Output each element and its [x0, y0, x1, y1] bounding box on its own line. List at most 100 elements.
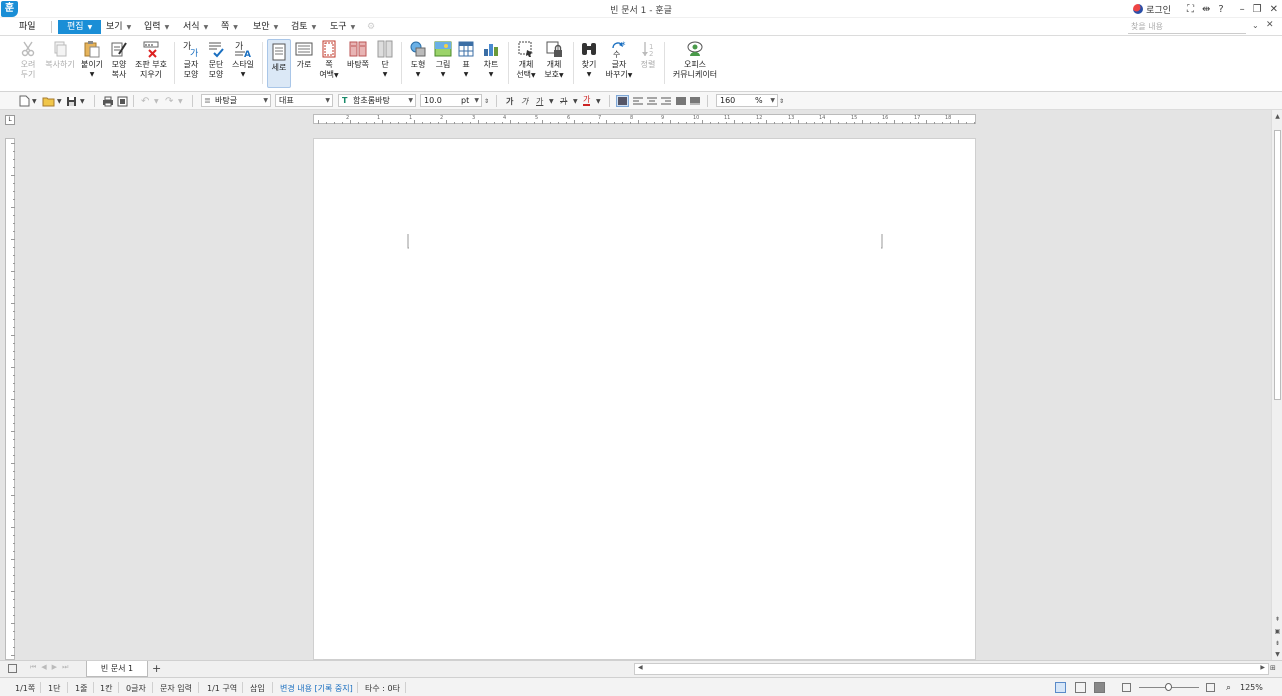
font-color-button[interactable]: 가 [583, 95, 591, 106]
scroll-right-icon[interactable]: ▶ [1260, 664, 1265, 671]
find-button[interactable]: 찾기 ▼ [579, 40, 599, 80]
chevron-down-icon[interactable]: ▼ [80, 95, 85, 107]
scroll-down-icon[interactable]: ▼ [1273, 650, 1282, 659]
paste-button[interactable]: 붙이기 ▼ [80, 40, 104, 80]
fit-page-icon[interactable] [1094, 682, 1105, 693]
horizontal-scrollbar[interactable]: ◀ ▶ [634, 663, 1269, 675]
redo-icon[interactable]: ↷ [165, 95, 173, 107]
add-tab-button[interactable]: + [152, 662, 161, 675]
style-select[interactable]: ≣ 바탕글 ▼ [201, 94, 271, 107]
scroll-left-icon[interactable]: ◀ [638, 664, 643, 671]
tab-stop-selector[interactable]: L [5, 115, 15, 125]
chevron-down-icon[interactable]: ▼ [57, 95, 62, 107]
save-icon[interactable] [66, 95, 77, 107]
resize-icon[interactable]: ⇹ [1202, 4, 1210, 15]
picture-button[interactable]: 그림 ▼ [432, 40, 454, 80]
menu-format[interactable]: 서식 ▼ [180, 20, 211, 34]
menu-insert[interactable]: 입력 ▼ [141, 20, 172, 34]
font-size-input[interactable]: 10.0 pt ▼ [420, 94, 482, 107]
font-select[interactable]: T 함초롬바탕 ▼ [338, 94, 416, 107]
zoom-slider-thumb[interactable] [1165, 683, 1172, 691]
align-center-icon[interactable] [647, 95, 657, 107]
office-communicator-button[interactable]: 오피스 커뮤니케이터 [670, 40, 720, 80]
split-view-icon[interactable]: ⊞ [1270, 664, 1276, 672]
margin-button[interactable]: 쪽 여백▼ [318, 40, 340, 81]
replace-button[interactable]: 수 * 글자 바꾸기▼ [604, 40, 634, 81]
undo-icon[interactable]: ↶ [141, 95, 149, 107]
chevron-down-icon[interactable]: ⌄ [1252, 21, 1259, 30]
chevron-down-icon[interactable]: ▼ [154, 95, 159, 107]
vertical-ruler[interactable] [5, 138, 15, 660]
clear-format-button[interactable]: 조판 부호 지우기 [133, 40, 169, 80]
menu-review[interactable]: 검토 ▼ [288, 20, 319, 34]
status-track-changes[interactable]: 변경 내용 [기록 중지] [280, 683, 353, 694]
help-icon[interactable]: ? [1218, 4, 1223, 15]
column-button[interactable]: 단 ▼ [375, 40, 395, 80]
align-left-icon[interactable] [633, 95, 643, 107]
magnifier-icon[interactable]: ⌕ [1226, 683, 1231, 693]
para-shape-button[interactable]: 문단 모양 [205, 40, 227, 80]
menu-tools[interactable]: 도구 ▼ [327, 20, 358, 34]
page-view-icon[interactable] [1055, 682, 1066, 693]
shape-button[interactable]: 도형 ▼ [407, 40, 429, 80]
align-right-icon[interactable] [661, 95, 671, 107]
distribute-icon[interactable] [676, 95, 686, 107]
portrait-button[interactable]: 세로 [267, 39, 291, 88]
table-button[interactable]: 표 ▼ [456, 40, 476, 80]
scroll-up-icon[interactable]: ▲ [1273, 112, 1282, 121]
italic-button[interactable]: 가 [521, 95, 528, 107]
status-insert-mode[interactable]: 삽입 [250, 683, 265, 694]
divide-icon[interactable] [690, 95, 700, 107]
tab-document[interactable]: 빈 문서 1 [86, 661, 148, 677]
open-folder-icon[interactable] [42, 95, 55, 107]
document-page[interactable] [313, 138, 976, 660]
status-input-mode[interactable]: 문자 입력 [160, 683, 192, 694]
document-workspace[interactable]: L 2 1 1 2 3 4 5 6 7 8 9 10 11 12 13 14 15 16 17 18 ▲ ⇞ ▣ ⇟ … [0, 110, 1282, 660]
zoom-in-icon[interactable] [1206, 683, 1215, 692]
close-button[interactable]: ✕ [1270, 4, 1278, 15]
sort-button[interactable]: 12 정렬 [638, 40, 658, 70]
line-spacing-input[interactable]: 160 % ▼ [716, 94, 778, 107]
align-justify-button[interactable] [616, 95, 629, 107]
scrollbar-thumb[interactable] [1274, 130, 1281, 400]
bold-button[interactable]: 가 [506, 95, 513, 107]
chevron-down-icon[interactable]: ▼ [596, 95, 601, 107]
language-select[interactable]: 대표 ▼ [275, 94, 333, 107]
copy-button[interactable]: 복사하기 [42, 40, 78, 70]
menu-edit[interactable]: 편집 ▼ [58, 20, 102, 34]
chart-button[interactable]: 차트 ▼ [480, 40, 502, 80]
page-down-icon[interactable]: ⇟ [1273, 639, 1282, 648]
page-icon[interactable]: ▣ [1273, 627, 1282, 636]
cut-button[interactable]: 오려 두기 [17, 40, 39, 80]
fit-width-icon[interactable] [1075, 682, 1086, 693]
fullscreen-icon[interactable]: ⛶ [1187, 4, 1194, 15]
restore-button[interactable]: ❐ [1253, 4, 1262, 15]
strikethrough-button[interactable]: 가 [560, 95, 567, 107]
zoom-level[interactable]: 125% [1240, 683, 1263, 692]
status-page[interactable]: 1/1쪽 [15, 683, 35, 694]
chevron-down-icon[interactable]: ▼ [178, 95, 183, 107]
chevron-down-icon[interactable]: ▼ [32, 95, 37, 107]
quick-icon[interactable]: ⚙ [364, 20, 378, 34]
zoom-out-icon[interactable] [1122, 683, 1131, 692]
search-input[interactable]: 찾을 내용 [1128, 21, 1246, 34]
protect-object-button[interactable]: 개체 보호▼ [542, 40, 566, 81]
horizontal-ruler[interactable]: 2 1 1 2 3 4 5 6 7 8 9 10 11 12 13 14 15 16 17 18 [313, 114, 976, 124]
minimize-button[interactable]: – [1240, 4, 1245, 15]
tab-list-icon[interactable] [8, 664, 17, 673]
login-button[interactable]: 로그인 [1133, 3, 1171, 16]
print-icon[interactable] [102, 95, 114, 107]
page-up-icon[interactable]: ⇞ [1273, 615, 1282, 624]
new-document-icon[interactable] [19, 95, 30, 107]
landscape-button[interactable]: 가로 [293, 40, 315, 70]
underline-button[interactable]: 가 [536, 95, 543, 107]
master-page-button[interactable]: 바탕쪽 [344, 40, 372, 70]
menu-security[interactable]: 보안 ▼ [250, 20, 281, 34]
tab-nav-arrows[interactable]: ⏮◀▶⏭ [30, 663, 73, 672]
line-spacing-spinner[interactable]: ⇕ [779, 95, 784, 107]
select-object-button[interactable]: 개체 선택▼ [514, 40, 538, 81]
chevron-down-icon[interactable]: ▼ [573, 95, 578, 107]
close-icon[interactable]: ✕ [1266, 20, 1274, 30]
menu-file[interactable]: 파일 [16, 20, 39, 34]
menu-page[interactable]: 쪽 ▼ [218, 20, 241, 34]
